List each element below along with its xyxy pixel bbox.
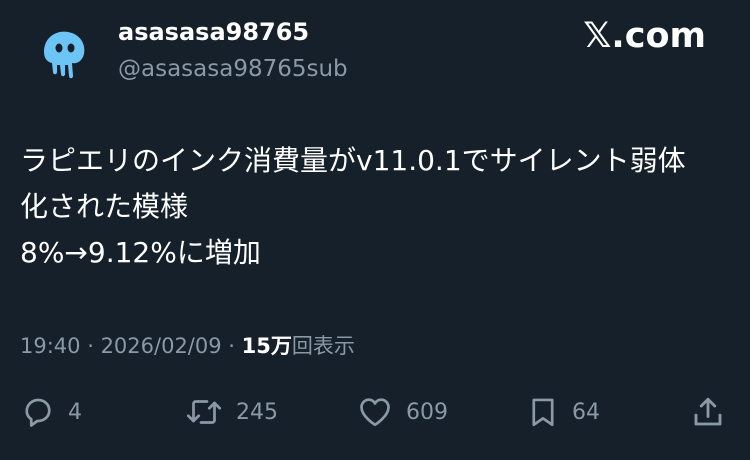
- reply-button[interactable]: 4: [20, 390, 82, 434]
- tweet-time[interactable]: 19:40: [20, 334, 81, 358]
- views-count: 15万: [241, 334, 292, 358]
- share-icon: [694, 397, 722, 426]
- tweet-line: 8%→9.12%に増加: [20, 236, 261, 269]
- views-label: 回表示: [291, 334, 355, 358]
- heart-icon: [360, 398, 390, 427]
- reply-icon: [25, 398, 51, 427]
- tweet-text: ラピエリのインク消費量がv11.0.1でサイレント弱体 化された模様 8%→9.…: [20, 138, 730, 276]
- meta-separator: ·: [80, 334, 101, 358]
- tweet-meta: 19:40 · 2026/02/09 · 15万回表示: [20, 330, 355, 360]
- user-handle[interactable]: @asasasa98765sub: [118, 56, 348, 82]
- like-button[interactable]: 609: [356, 390, 448, 434]
- meta-separator: ·: [221, 334, 242, 358]
- action-bar: 4 245 609 64: [0, 390, 750, 434]
- like-count: 609: [406, 399, 448, 425]
- repost-count: 245: [236, 399, 278, 425]
- brand-logo: 𝕏.com: [583, 16, 706, 56]
- reply-count: 4: [68, 399, 82, 425]
- bookmark-icon: [532, 398, 554, 427]
- repost-button[interactable]: 245: [184, 390, 278, 434]
- bookmark-button[interactable]: 64: [526, 390, 600, 434]
- tweet-date[interactable]: 2026/02/09: [101, 334, 222, 358]
- bookmark-count: 64: [572, 399, 600, 425]
- share-button[interactable]: [690, 390, 726, 434]
- tweet-line: 化された模様: [20, 190, 189, 223]
- jellyfish-icon: [44, 31, 85, 79]
- avatar[interactable]: [32, 22, 92, 82]
- repost-icon: [186, 400, 222, 424]
- display-name[interactable]: asasasa98765: [118, 18, 309, 46]
- tweet-line: ラピエリのインク消費量がv11.0.1でサイレント弱体: [20, 144, 686, 177]
